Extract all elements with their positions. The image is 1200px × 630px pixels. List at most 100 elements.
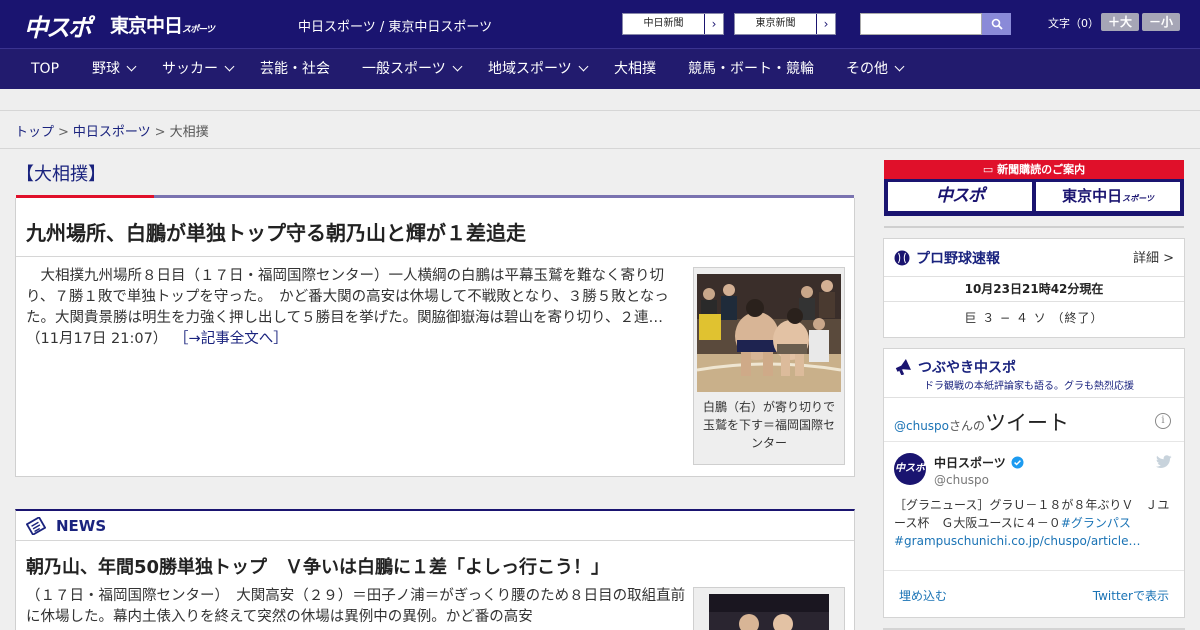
- font-larger-button[interactable]: ＋大: [1101, 13, 1139, 31]
- baseball-scores-card: プロ野球速報 詳細 > 10月23日21時42分現在 巨 ３ − ４ ソ （終了…: [883, 238, 1185, 338]
- breadcrumb-current: 大相撲: [169, 125, 209, 140]
- sumo-photo-image: [697, 274, 841, 392]
- nav-item-soccer[interactable]: サッカー: [162, 49, 235, 89]
- chevron-right-icon: ›: [823, 17, 829, 31]
- info-icon[interactable]: i: [1155, 413, 1171, 429]
- section-title: 【大相撲】: [16, 164, 106, 185]
- breadcrumb-separator: >: [154, 125, 166, 140]
- nav-item-baseball[interactable]: 野球: [92, 49, 137, 89]
- article-photo[interactable]: [697, 274, 841, 392]
- tweets-by-suffix: さんの: [949, 419, 986, 433]
- breadcrumb-separator: >: [58, 125, 69, 140]
- subscription-title-text: 新聞購読のご案内: [997, 163, 1086, 176]
- twitter-widget: つぶやき中スポ ドラ観戦の本紙評論家も語る。グラも熱烈応援 @chuspoさんの…: [883, 348, 1185, 618]
- verified-badge-icon: [1011, 456, 1024, 469]
- news-header: NEWS: [26, 517, 106, 535]
- chevron-down-icon: [894, 61, 905, 72]
- newspaper-icon: ▭: [982, 163, 998, 176]
- baseball-card-title: プロ野球速報: [894, 248, 1000, 268]
- search-input[interactable]: [860, 13, 982, 35]
- read-more-link[interactable]: ［→記事全文へ］: [181, 331, 287, 347]
- news-summary: （１７日・福岡国際センター） 大関高安（２９）＝田子ノ浦＝がぎっくり腰のため８日…: [26, 588, 686, 625]
- chevron-down-icon: [578, 61, 589, 72]
- chuspo-logo[interactable]: 中スポ: [24, 8, 92, 43]
- tweet-text: ［グラニュース］グラＵ－１８が８年ぶりＶ Ｊユース杯 Ｇ大阪ユースに４－０#グラ…: [894, 496, 1176, 550]
- news-photo[interactable]: [709, 594, 829, 630]
- nav-label: 野球: [92, 61, 120, 77]
- subscribe-tokyo-chunichi-button[interactable]: 東京中日スポーツ: [1036, 182, 1180, 211]
- breadcrumb-chunichi-sports[interactable]: 中日スポーツ: [73, 125, 151, 140]
- nav-item-racing[interactable]: 競馬・ボート・競輪: [688, 49, 814, 89]
- tweet-card-title: つぶやき中スポ: [894, 357, 1016, 377]
- tweets-by-handle[interactable]: @chuspo: [894, 419, 949, 433]
- tokyo-chunichi-logo-small: スポーツ: [182, 25, 215, 35]
- nav-item-top[interactable]: TOP: [31, 49, 59, 89]
- article-photo-card: 白鵬（右）が寄り切りで玉鷲を下す＝福岡国際センター: [693, 267, 845, 465]
- news-icon: [26, 517, 46, 535]
- nav-item-general-sports[interactable]: 一般スポーツ: [362, 49, 463, 89]
- nav-label: サッカー: [162, 61, 218, 77]
- nav-item-entertainment[interactable]: 芸能・社会: [260, 49, 330, 89]
- nav-label: 競馬・ボート・競輪: [688, 61, 814, 77]
- tokyo-shimbun-link[interactable]: 東京新聞 ›: [734, 13, 836, 35]
- chevron-down-icon: [452, 61, 463, 72]
- divider: [884, 570, 1184, 571]
- nav-label: 大相撲: [614, 61, 656, 77]
- tweet-account-name-text: 中日スポーツ: [934, 456, 1006, 470]
- article-summary: 大相撲九州場所８日目（１７日・福岡国際センター）一人横綱の白鵬は平幕玉鷲を難なく…: [26, 266, 684, 350]
- nav-item-sumo[interactable]: 大相撲: [614, 49, 656, 89]
- subscription-promo: ▭ 新聞購読のご案内 中スポ 東京中日スポーツ: [884, 160, 1184, 216]
- news-headline[interactable]: 朝乃山、年間50勝単独トップ Ｖ争いは白鵬に１差「よしっ行こう！」: [26, 553, 609, 579]
- main-nav: TOP 野球 サッカー 芸能・社会 一般スポーツ 地域スポーツ 大相撲 競馬・ボ…: [0, 48, 1200, 89]
- baseball-score[interactable]: 巨 ３ − ４ ソ （終了）: [884, 309, 1184, 326]
- tokyo-chunichi-logo[interactable]: 東京中日スポーツ: [110, 11, 215, 38]
- top-header: 中スポ 東京中日スポーツ 中日スポーツ / 東京中日スポーツ 中日新聞 › 東京…: [0, 0, 1200, 48]
- divider: [0, 148, 1200, 149]
- subscribe-tokyo-label: 東京中日: [1062, 187, 1123, 205]
- megaphone-icon: [895, 359, 911, 375]
- divider: [884, 397, 1184, 398]
- chevron-down-icon: [224, 61, 235, 72]
- nav-label: 地域スポーツ: [488, 61, 572, 77]
- font-smaller-button[interactable]: －小: [1142, 13, 1180, 31]
- sumo-thumbnail-image: [709, 594, 829, 630]
- subscribe-chuspo-button[interactable]: 中スポ: [888, 182, 1032, 211]
- font-size-label: 文字（0）: [1048, 17, 1099, 30]
- nav-item-local-sports[interactable]: 地域スポーツ: [488, 49, 589, 89]
- tweet-account-handle[interactable]: @chuspo: [934, 473, 989, 487]
- divider: [16, 540, 854, 541]
- twitter-bird-icon[interactable]: [1156, 455, 1172, 469]
- search-icon: [991, 18, 1003, 30]
- baseball-detail-link[interactable]: 詳細 >: [1133, 247, 1174, 266]
- embed-link[interactable]: 埋め込む: [899, 587, 947, 604]
- tweet-account-name[interactable]: 中日スポーツ: [934, 454, 1024, 471]
- baseball-icon: [894, 250, 910, 266]
- top-article: 九州場所、白鵬が単独トップ守る朝乃山と輝が１差追走 大相撲九州場所８日目（１７日…: [15, 198, 855, 477]
- tweet-card-subtitle: ドラ観戦の本紙評論家も語る。グラも熱烈応援: [924, 381, 1134, 392]
- news-section: NEWS 朝乃山、年間50勝単独トップ Ｖ争いは白鵬に１差「よしっ行こう！」 （…: [15, 509, 855, 630]
- avatar[interactable]: 中スポ: [894, 453, 926, 485]
- tweet-hashtag[interactable]: #グランパス: [1061, 516, 1131, 530]
- breadcrumb-top[interactable]: トップ: [15, 125, 54, 140]
- nav-label: 一般スポーツ: [362, 61, 446, 77]
- news-photo-card: [693, 587, 845, 630]
- tweet-link[interactable]: #grampuschunichi.co.jp/chuspo/article…: [894, 534, 1140, 548]
- chunichi-shimbun-label: 中日新聞: [623, 14, 705, 34]
- photo-caption: 白鵬（右）が寄り切りで玉鷲を下す＝福岡国際センター: [702, 400, 835, 450]
- chevron-down-icon: [126, 61, 137, 72]
- search-button[interactable]: [982, 13, 1011, 35]
- tokyo-shimbun-label: 東京新聞: [735, 14, 817, 34]
- subscription-title: ▭ 新聞購読のご案内: [884, 160, 1184, 179]
- chevron-right-icon: ›: [711, 17, 717, 31]
- chunichi-shimbun-link[interactable]: 中日新聞 ›: [622, 13, 724, 35]
- nav-label: TOP: [31, 61, 60, 77]
- site-title[interactable]: 中日スポーツ / 東京中日スポーツ: [298, 16, 492, 35]
- view-on-twitter-link[interactable]: Twitterで表示: [1093, 587, 1169, 604]
- tokyo-chunichi-logo-text: 東京中日: [110, 15, 183, 37]
- nav-item-other[interactable]: その他: [846, 49, 905, 89]
- tweets-heading: ツイート: [985, 411, 1070, 435]
- nav-label: 芸能・社会: [260, 61, 330, 77]
- breadcrumb: トップ > 中日スポーツ > 大相撲: [15, 121, 209, 140]
- divider: [16, 256, 854, 257]
- article-headline[interactable]: 九州場所、白鵬が単独トップ守る朝乃山と輝が１差追走: [26, 217, 526, 246]
